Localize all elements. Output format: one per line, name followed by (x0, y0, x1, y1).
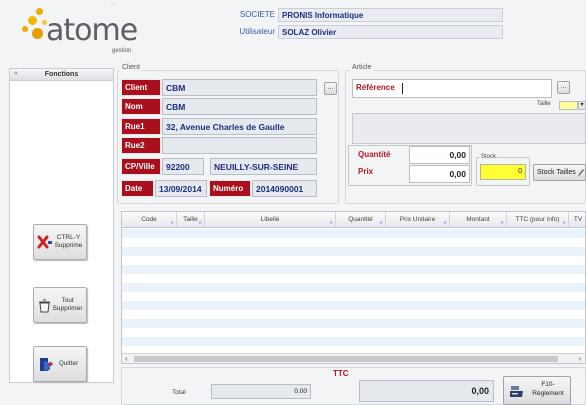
reference-input[interactable]: Référence (352, 79, 552, 98)
delete-line-label1: CTRL-Y (56, 234, 81, 241)
reference-lookup-button[interactable]: ... (557, 81, 570, 94)
col-header-code[interactable]: Code ⌕ (122, 212, 177, 228)
rue2-field[interactable] (162, 137, 317, 154)
scroll-right-icon[interactable]: › (578, 354, 581, 363)
col-libelle-label: Libellé (260, 216, 280, 223)
delete-all-label1: Tout (61, 297, 74, 304)
rue1-field[interactable]: 32, Avenue Charles de Gaulle (162, 118, 317, 135)
prix-label: Prix (358, 167, 374, 176)
quantite-label: Quantité (358, 150, 391, 159)
client-lookup-button[interactable]: ... (324, 82, 337, 95)
cp-field[interactable]: 92200 (162, 158, 204, 175)
col-header-libelle[interactable]: Libellé ⌕ (205, 212, 336, 228)
col-ttc-label: TTC (pour info) (515, 216, 560, 223)
table-row[interactable] (122, 310, 585, 319)
reglement-label1: F10- (541, 381, 555, 388)
horizontal-scrollbar[interactable]: ‹ › (122, 353, 585, 363)
delete-x-icon (37, 235, 52, 249)
fonctions-header: « Fonctions (10, 69, 113, 81)
table-row[interactable] (122, 283, 585, 292)
cpville-label: CP/Ville (121, 158, 161, 175)
table-row[interactable] (122, 328, 585, 337)
header-cut-text: ... (110, 0, 116, 7)
stock-label: Stock (480, 154, 498, 160)
rue2-label: Rue2 (121, 137, 161, 154)
fonctions-title: Fonctions (44, 71, 79, 78)
stock-value: 0 (480, 164, 526, 180)
table-row[interactable] (122, 229, 585, 238)
nom-field[interactable]: CBM (162, 98, 317, 115)
logo-text: atome (46, 13, 138, 48)
ttc-label: TTC (333, 369, 349, 378)
table-row[interactable] (122, 247, 585, 256)
article-group-title: Article (350, 64, 374, 71)
quit-label: Quitter (58, 360, 79, 367)
col-header-montant[interactable]: Montant ⌕ (450, 212, 507, 228)
col-header-tva[interactable]: TV (569, 212, 585, 228)
col-quantite-label: Quantité (348, 216, 373, 223)
scroll-left-icon[interactable]: ‹ (125, 354, 128, 363)
text-caret (402, 83, 403, 94)
table-row[interactable] (122, 292, 585, 301)
quantite-input[interactable]: 0,00 (409, 146, 470, 164)
table-row[interactable] (122, 238, 585, 247)
total-label: Total (172, 389, 186, 396)
pencil-icon (578, 169, 584, 177)
reference-label: Référence (356, 83, 395, 92)
total-value: 0.00 (211, 384, 311, 399)
cash-register-icon (510, 386, 523, 397)
scroll-thumb[interactable] (134, 356, 558, 362)
col-taille-label: Taille (183, 216, 198, 223)
taille-field[interactable] (559, 101, 578, 110)
invoice-lines-grid[interactable]: Code ⌕ Taille ⌕ Libellé ⌕ Quantité ⌕ Prix Un… (121, 211, 586, 364)
grid-header: Code ⌕ Taille ⌕ Libellé ⌕ Quantité ⌕ Prix Un… (122, 212, 585, 228)
date-field[interactable]: 13/09/2014 (155, 180, 207, 197)
logo-subtitle: gestion (112, 48, 132, 54)
delete-line-button[interactable]: CTRL-Y Supprime (33, 224, 87, 260)
stock-tailles-label: Stock Tailles (537, 169, 576, 176)
prix-input[interactable]: 0,00 (409, 165, 470, 183)
article-description-box (352, 113, 586, 144)
client-group-title: Client (120, 64, 142, 71)
col-code-label: Code (141, 216, 157, 223)
trash-icon (39, 299, 50, 313)
reglement-button[interactable]: F10- Règlement (503, 376, 571, 405)
col-header-quantite[interactable]: Quantité ⌕ (336, 212, 386, 228)
table-row[interactable] (122, 274, 585, 283)
client-label: Client (121, 79, 161, 96)
reglement-label2: Règlement (532, 390, 564, 397)
table-row[interactable] (122, 265, 585, 274)
utilisateur-label: Utilisateur (239, 27, 275, 36)
col-header-taille[interactable]: Taille ⌕ (177, 212, 205, 228)
ttc-value: 0,00 (359, 380, 494, 402)
table-row[interactable] (122, 256, 585, 265)
col-header-prix-unitaire[interactable]: Prix Unitaire ⌕ (386, 212, 450, 228)
table-row[interactable] (122, 337, 585, 346)
utilisateur-value: SOLAZ Olivier (278, 25, 503, 39)
nom-label: Nom (121, 98, 161, 115)
taille-label: Taille (537, 101, 551, 107)
societe-value: PRONIS Informatique (278, 8, 503, 22)
col-montant-label: Montant (466, 216, 490, 223)
delete-line-label2: Supprime (54, 242, 83, 249)
rue1-label: Rue1 (121, 118, 161, 135)
table-row[interactable] (122, 301, 585, 310)
quit-button[interactable]: Quitter (33, 346, 87, 382)
delete-all-label2: Supprimer (52, 305, 83, 312)
societe-label: SOCIETE (239, 10, 275, 19)
table-row[interactable] (122, 319, 585, 328)
ville-field[interactable]: NEUILLY-SUR-SEINE (210, 158, 317, 175)
stock-tailles-button[interactable]: Stock Tailles (533, 164, 586, 181)
atome-logo: atome gestion (18, 4, 148, 56)
exit-door-icon (40, 358, 53, 371)
client-field[interactable]: CBM (162, 79, 317, 96)
date-label: Date (121, 180, 154, 197)
numero-label: Numéro (209, 180, 251, 197)
col-header-ttc[interactable]: TTC (pour info) ⌕ (507, 212, 569, 228)
delete-all-button[interactable]: Tout Supprimer (33, 287, 87, 323)
taille-dropdown-icon[interactable]: ▾ (578, 101, 586, 110)
col-prix-label: Prix Unitaire (399, 216, 436, 223)
numero-field[interactable]: 2014090001 (252, 180, 317, 197)
col-tva-label: TV (573, 216, 583, 223)
